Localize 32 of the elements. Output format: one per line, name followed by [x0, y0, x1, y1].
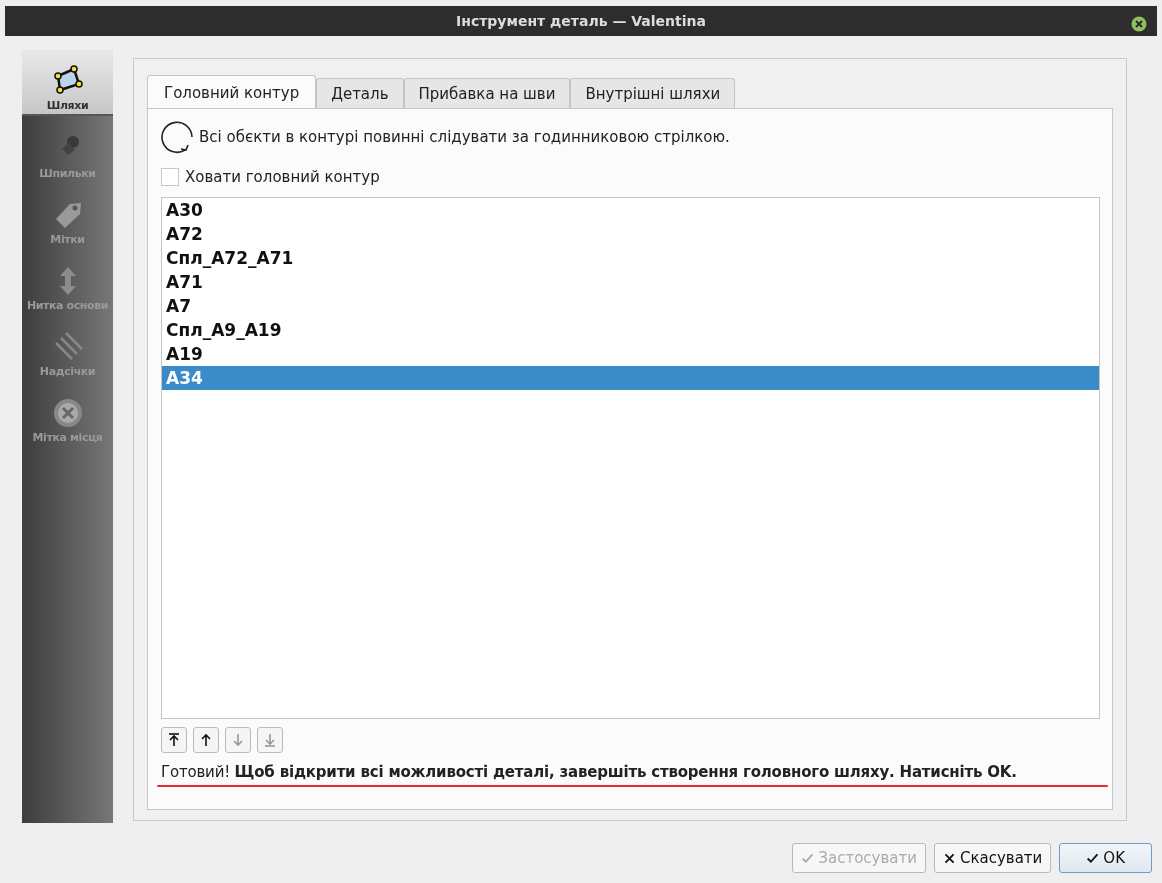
checkbox-label[interactable]: Ховати головний контур — [185, 168, 380, 186]
tab[interactable]: Прибавка на шви — [403, 78, 571, 109]
list-item[interactable]: A7 — [162, 294, 1099, 318]
bar-arrow-icon — [262, 732, 278, 748]
list-item[interactable]: A71 — [162, 270, 1099, 294]
check-icon — [801, 851, 815, 865]
check-icon — [1086, 851, 1100, 865]
dialog-button[interactable]: Скасувати — [933, 843, 1052, 873]
checkbox[interactable] — [161, 168, 179, 186]
list-item[interactable]: A72 — [162, 222, 1099, 246]
tab[interactable]: Деталь — [316, 78, 404, 109]
bar-arrow-icon — [166, 732, 182, 748]
cross-icon — [942, 851, 956, 865]
status-message: Готовий! Щоб відкрити всі можливості деталі, завершіть створення головного шляху. Натисніть OK. — [161, 763, 1017, 781]
list-item[interactable]: Спл_A72_A71 — [162, 246, 1099, 270]
close-icon[interactable] — [1131, 16, 1147, 32]
hint-text: Всі обєкти в контурі повинні слідувати за годинниковою стрілкою. — [199, 128, 730, 146]
placemark-tool-icon — [51, 397, 84, 429]
list-item[interactable]: A19 — [162, 342, 1099, 366]
tab[interactable]: Внутрішні шляхи — [570, 78, 736, 109]
path-tool-icon — [51, 65, 84, 97]
clockwise-icon — [161, 120, 195, 154]
sidebar-item[interactable]: Шляхи — [22, 50, 113, 116]
arrow-icon — [230, 732, 246, 748]
list-item[interactable]: A30 — [162, 198, 1099, 222]
list-item[interactable]: Спл_A9_A19 — [162, 318, 1099, 342]
tab[interactable]: Головний контур — [147, 75, 317, 109]
list-item[interactable]: A34 — [162, 366, 1099, 390]
window-title: Інструмент деталь — Valentina — [456, 13, 706, 29]
dialog-button[interactable]: OK — [1059, 843, 1152, 873]
move-top-button[interactable] — [161, 727, 187, 753]
move-up-button[interactable] — [193, 727, 219, 753]
